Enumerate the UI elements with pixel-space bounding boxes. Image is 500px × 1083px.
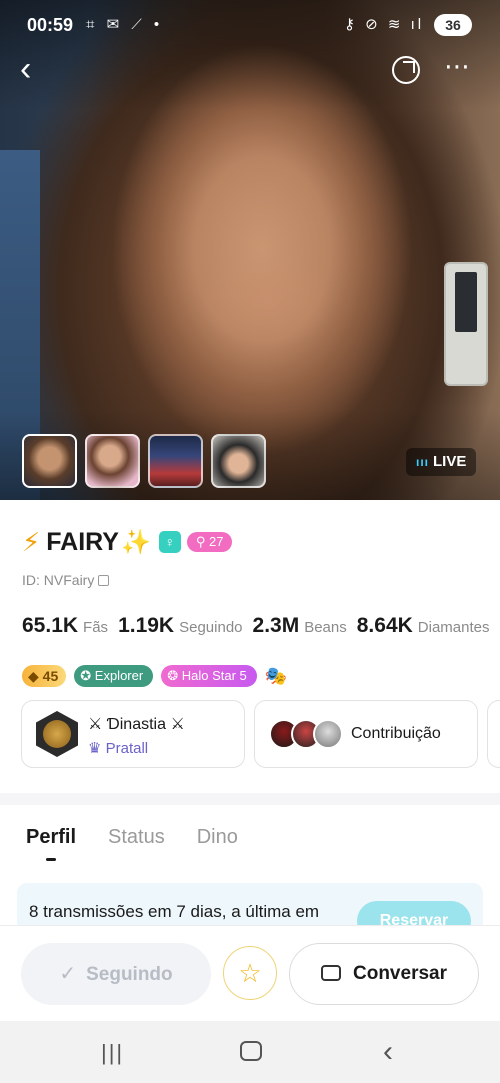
tab-status[interactable]: Status bbox=[108, 826, 165, 849]
photo-thumbnail-strip bbox=[22, 434, 266, 488]
tab-profile[interactable]: Perfil bbox=[26, 826, 76, 861]
fans-label[interactable]: Fãs bbox=[83, 619, 108, 636]
level-search-icon: ⚲ bbox=[195, 534, 206, 549]
family-card[interactable]: ⚔ Ɗinastia ⚔ ♛ Pratall bbox=[21, 700, 245, 768]
profile-tabs: Perfil Status Dino bbox=[26, 826, 238, 861]
contribution-card[interactable]: Contribuição bbox=[254, 700, 478, 768]
explorer-label: Explorer bbox=[94, 668, 144, 683]
crown-icon: ♛ bbox=[88, 740, 102, 757]
photo-thumbnail[interactable] bbox=[148, 434, 203, 488]
following-count: 1.19K bbox=[118, 614, 175, 637]
lightning-icon: ⚡ bbox=[22, 526, 41, 557]
stats-row: 65.1K Fãs 1.19K Seguindo 2.3M Beans 8.64… bbox=[22, 614, 500, 638]
home-icon[interactable] bbox=[240, 1041, 262, 1061]
photo-thumbnail[interactable] bbox=[211, 434, 266, 488]
contribution-label: Contribuição bbox=[351, 725, 441, 742]
check-icon: ✓ bbox=[59, 963, 77, 985]
user-level-value: 27 bbox=[209, 534, 224, 549]
halo-label: Halo Star 5 bbox=[181, 668, 247, 683]
explorer-icon: ✪ bbox=[80, 668, 92, 683]
halo-star-badge[interactable]: ❂ Halo Star 5 bbox=[161, 665, 257, 687]
family-logo-icon bbox=[36, 711, 78, 757]
diamond-level-badge[interactable]: ◆ 45 bbox=[22, 665, 67, 687]
beans-label[interactable]: Beans bbox=[304, 619, 347, 636]
background-wall-device bbox=[444, 262, 488, 386]
battery-icon: 36 bbox=[434, 14, 472, 36]
back-button[interactable]: ‹ bbox=[20, 52, 50, 88]
beans-count: 2.3M bbox=[252, 614, 300, 637]
diamond-icon: ◆ bbox=[28, 668, 39, 684]
following-label[interactable]: Seguindo bbox=[179, 619, 242, 636]
user-level-badge[interactable]: ⚲ 27 bbox=[186, 532, 233, 552]
following-label: Seguindo bbox=[86, 964, 173, 985]
live-label: LIVE bbox=[433, 453, 467, 470]
chat-label: Conversar bbox=[353, 963, 447, 984]
system-status-icons: ⚷ ⊘ ≋ ıl bbox=[344, 16, 425, 33]
badges-row: ◆ 45 ✪ Explorer ❂ Halo Star 5 🎭 bbox=[22, 665, 287, 687]
profile-cover-photo[interactable] bbox=[0, 0, 500, 500]
user-id-row[interactable]: ID: NVFairy bbox=[22, 572, 110, 588]
bottom-action-bar: ✓ Seguindo ☆ Conversar bbox=[0, 925, 500, 1021]
chat-button[interactable]: Conversar bbox=[289, 943, 479, 1005]
more-options-icon[interactable]: ⋯ bbox=[444, 53, 472, 79]
user-id-text: ID: NVFairy bbox=[22, 572, 95, 588]
family-name: ⚔ Ɗinastia ⚔ bbox=[88, 716, 185, 733]
fans-count: 65.1K bbox=[22, 614, 79, 637]
status-time: 00:59 bbox=[27, 15, 74, 35]
photo-thumbnail[interactable] bbox=[22, 434, 77, 488]
halo-icon: ❂ bbox=[167, 668, 179, 683]
diamond-level-value: 45 bbox=[42, 668, 59, 684]
mask-badge-icon[interactable]: 🎭 bbox=[265, 666, 287, 687]
system-navigation-bar: ||| ‹ bbox=[0, 1021, 500, 1083]
sparkle-icon: ✨ bbox=[120, 528, 151, 556]
live-badge[interactable]: ııı LIVE bbox=[406, 448, 476, 476]
copy-icon[interactable] bbox=[98, 575, 110, 586]
following-button[interactable]: ✓ Seguindo bbox=[21, 943, 211, 1005]
contributor-avatars bbox=[269, 719, 343, 751]
section-divider bbox=[0, 793, 500, 805]
favorite-star-icon[interactable]: ☆ bbox=[223, 946, 277, 1000]
live-bars-icon: ııı bbox=[416, 455, 430, 469]
diamonds-count: 8.64K bbox=[356, 614, 413, 637]
diamonds-label[interactable]: Diamantes bbox=[418, 619, 490, 636]
chat-bubble-icon bbox=[321, 965, 341, 981]
status-bar: 00:59 ⌗ ✉ ⟋ • ⚷ ⊘ ≋ ıl 36 bbox=[0, 0, 500, 50]
system-back-icon[interactable]: ‹ bbox=[383, 1035, 393, 1069]
photo-thumbnail[interactable] bbox=[85, 434, 140, 488]
family-subtitle: ♛ Pratall bbox=[88, 739, 148, 757]
family-subtitle-text: Pratall bbox=[105, 740, 149, 757]
explorer-badge[interactable]: ✪ Explorer bbox=[74, 665, 154, 687]
avatar bbox=[313, 719, 343, 749]
gender-badge-icon: ♀ bbox=[158, 531, 181, 553]
profile-name: FAIRY bbox=[46, 527, 119, 556]
share-icon[interactable] bbox=[392, 56, 420, 84]
notification-icons: ⌗ ✉ ⟋ • bbox=[86, 16, 164, 33]
recent-apps-icon[interactable]: ||| bbox=[101, 1040, 124, 1066]
extra-card[interactable] bbox=[487, 700, 500, 768]
profile-name-row: ⚡ FAIRY ✨ ♀ ⚲ 27 bbox=[22, 526, 233, 558]
tab-dino[interactable]: Dino bbox=[197, 826, 238, 849]
